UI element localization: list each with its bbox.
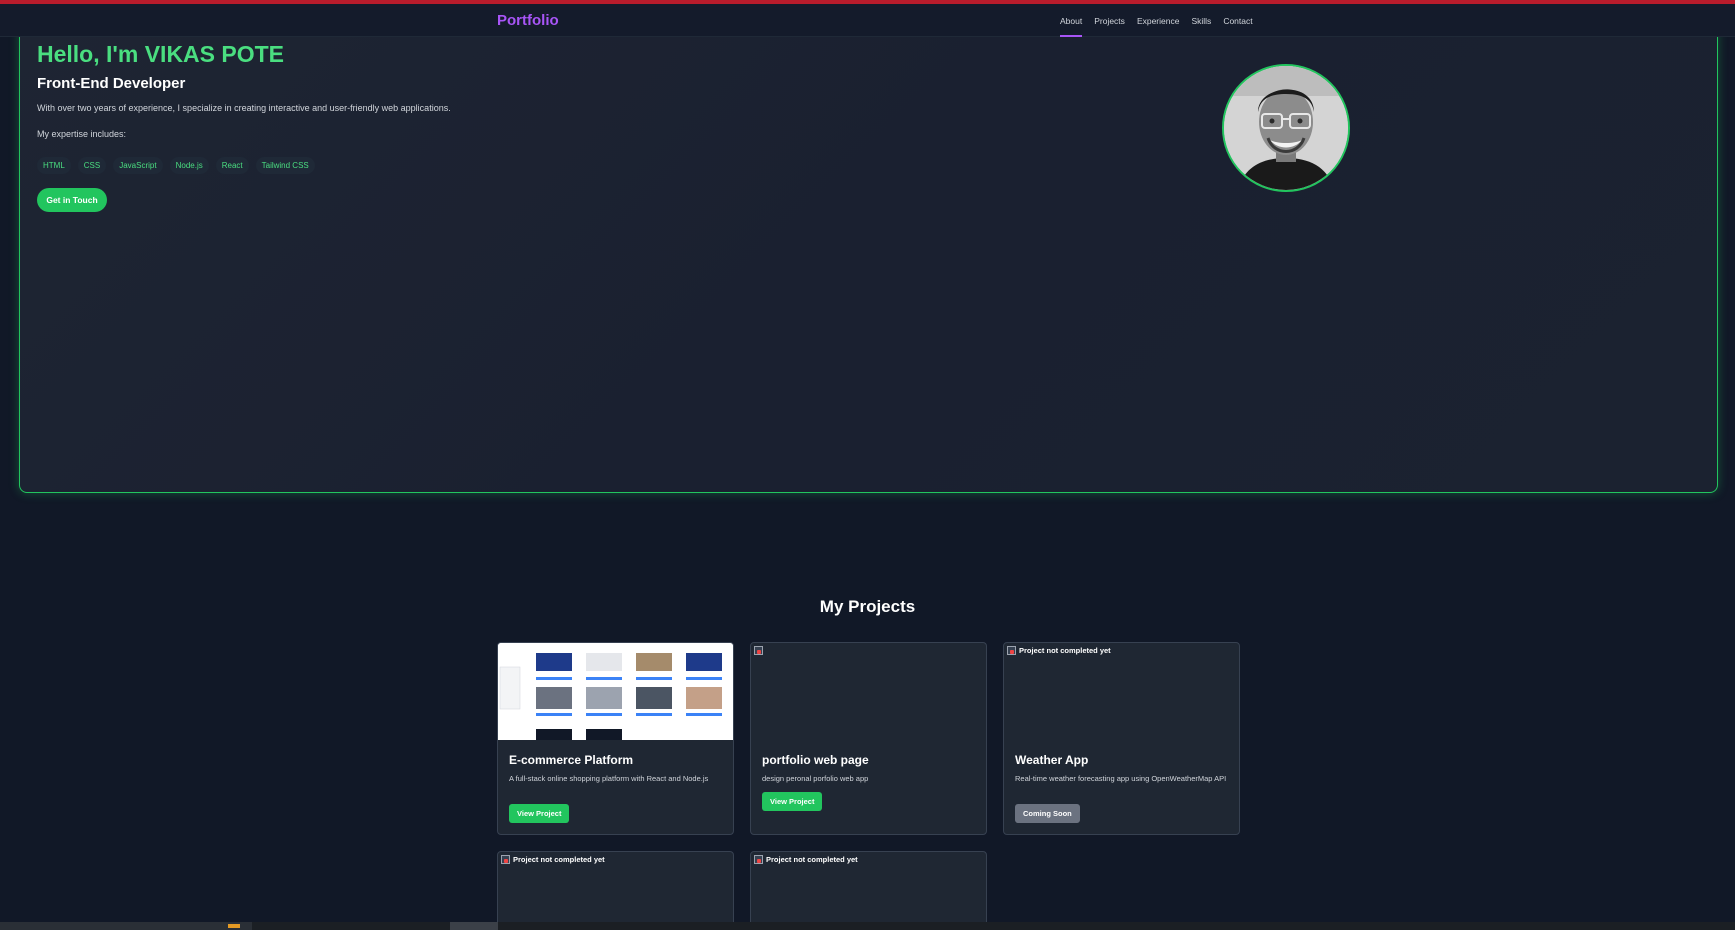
skill-tag-html: HTML <box>37 157 71 174</box>
hero-description: With over two years of experience, I spe… <box>37 103 451 113</box>
scrollbar-thumb[interactable] <box>450 922 498 930</box>
view-project-button[interactable]: View Project <box>509 804 570 823</box>
broken-image: Project not completed yet <box>1007 646 1111 655</box>
expertise-label: My expertise includes: <box>37 129 127 139</box>
skill-tag-tailwind: Tailwind CSS <box>255 157 315 174</box>
skill-tag-react: React <box>215 157 249 174</box>
nav-contact-link[interactable]: Contact <box>1223 16 1252 26</box>
project-thumbnail: Project not completed yet <box>1004 643 1239 740</box>
nav-projects-link[interactable]: Projects <box>1094 16 1125 26</box>
image-alt-text: Project not completed yet <box>513 855 605 864</box>
image-alt-text: Project not completed yet <box>766 855 858 864</box>
nav-about-link[interactable]: About <box>1060 16 1083 37</box>
hero-section: Hello, I'm VIKAS POTE Front-End Develope… <box>19 20 1718 493</box>
hero-subtitle: Front-End Developer <box>37 75 186 92</box>
project-thumbnail <box>751 643 986 740</box>
nav-skills-link[interactable]: Skills <box>1191 16 1211 26</box>
skill-tag-javascript: JavaScript <box>113 157 163 174</box>
scrollbar-track-left <box>0 922 252 930</box>
image-alt-text: Project not completed yet <box>1019 646 1111 655</box>
warning-icon <box>228 924 240 928</box>
broken-image <box>754 646 763 655</box>
get-in-touch-button[interactable]: Get in Touch <box>37 188 107 212</box>
project-title: Weather App <box>1015 753 1089 767</box>
broken-image-icon <box>754 855 763 864</box>
nav-links: About Projects Experience Skills Contact <box>1060 16 1253 37</box>
project-card-weather: Project not completed yet Weather App Re… <box>1003 642 1240 835</box>
project-thumbnail <box>498 643 733 740</box>
skill-tag-css: CSS <box>77 157 107 174</box>
bottom-scrollbar[interactable] <box>0 922 1735 930</box>
project-description: Real-time weather forecasting app using … <box>1015 774 1227 783</box>
navbar: Portfolio About Projects Experience Skil… <box>0 4 1735 37</box>
brand-logo[interactable]: Portfolio <box>497 12 559 29</box>
project-description: A full-stack online shopping platform wi… <box>509 774 709 783</box>
project-title: portfolio web page <box>762 753 869 767</box>
project-card-ecommerce: E-commerce Platform A full-stack online … <box>497 642 734 835</box>
skill-tag-nodejs: Node.js <box>169 157 209 174</box>
broken-image: Project not completed yet <box>501 855 605 864</box>
project-description: design peronal porfolio web app <box>762 774 869 783</box>
profile-avatar <box>1222 64 1350 192</box>
broken-image-icon <box>754 646 763 655</box>
skill-tags: HTML CSS JavaScript Node.js React Tailwi… <box>37 157 315 174</box>
project-card-5: Project not completed yet <box>750 851 987 930</box>
broken-image: Project not completed yet <box>754 855 858 864</box>
projects-heading: My Projects <box>819 597 916 616</box>
profile-photo <box>1224 66 1348 190</box>
nav-experience-link[interactable]: Experience <box>1137 16 1180 26</box>
project-title: E-commerce Platform <box>509 753 634 767</box>
broken-image-icon <box>501 855 510 864</box>
ecommerce-screenshot <box>498 643 733 740</box>
project-card-portfolio: portfolio web page design peronal porfol… <box>750 642 987 835</box>
hero-title: Hello, I'm VIKAS POTE <box>37 41 285 67</box>
coming-soon-button[interactable]: Coming Soon <box>1015 804 1080 823</box>
broken-image-icon <box>1007 646 1016 655</box>
project-card-4: Project not completed yet <box>497 851 734 930</box>
view-project-button[interactable]: View Project <box>762 792 823 811</box>
